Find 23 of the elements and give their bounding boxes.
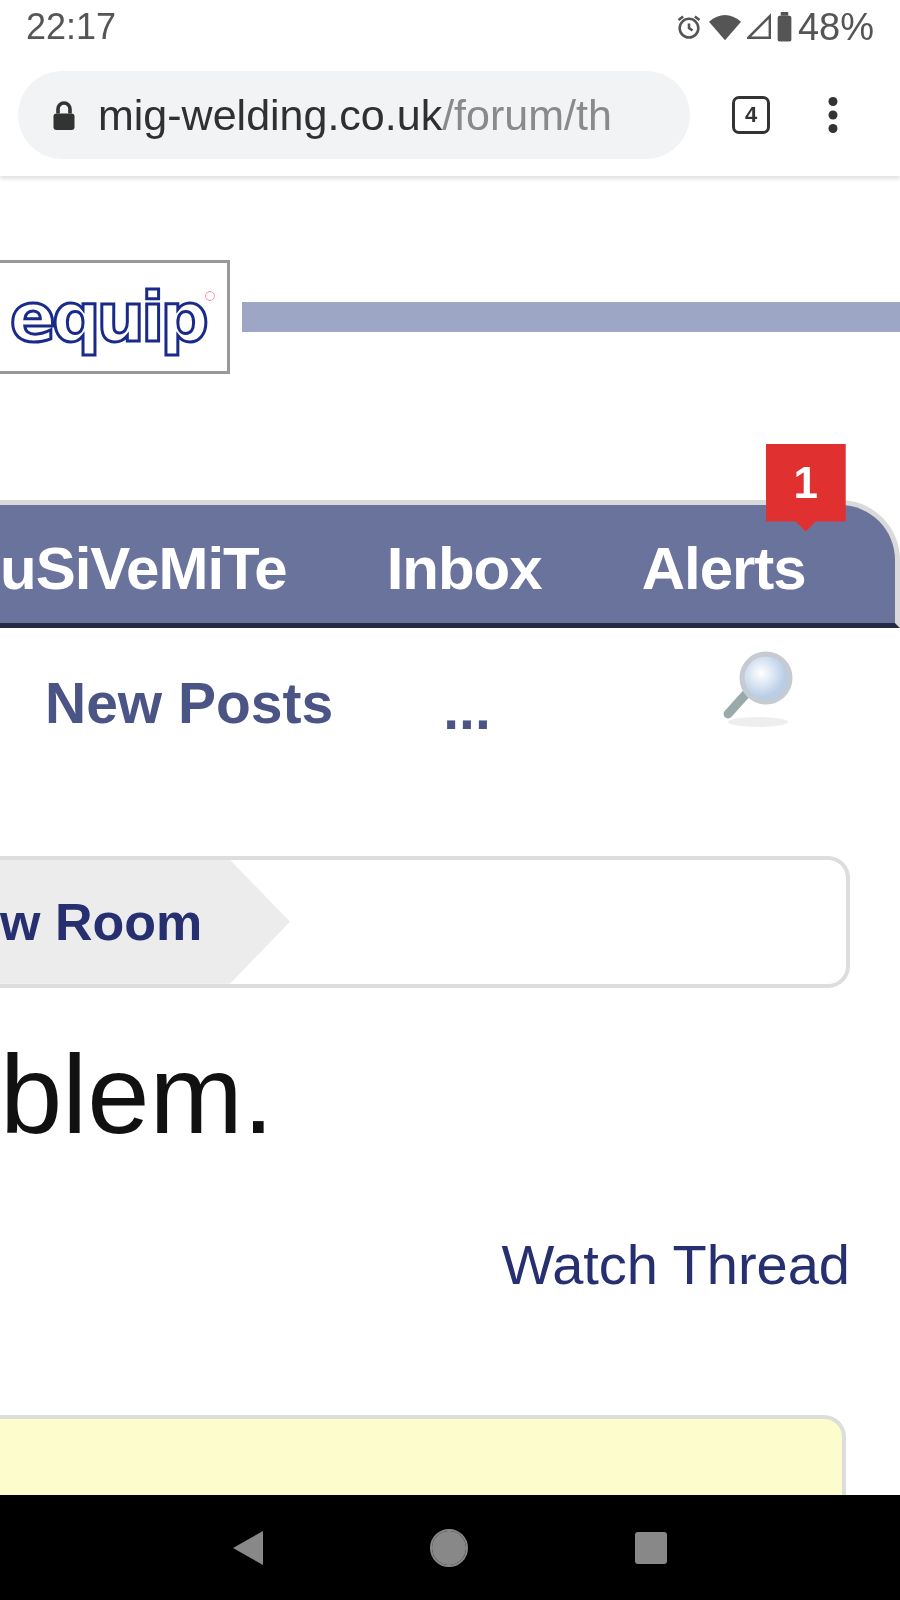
battery-icon [776, 12, 792, 42]
back-icon[interactable] [233, 1530, 263, 1565]
battery-percentage: 48% [797, 5, 874, 49]
url-text: mig-welding.co.uk/forum/th [98, 90, 612, 140]
menu-icon[interactable] [828, 97, 838, 133]
alert-count-badge: 1 [765, 443, 846, 532]
recents-icon[interactable] [635, 1531, 667, 1564]
site-logo[interactable]: equip [0, 260, 230, 374]
lock-icon [52, 100, 76, 130]
more-menu-link[interactable]: ... [443, 675, 491, 742]
watch-thread-link[interactable]: Watch Thread [501, 1232, 850, 1298]
nav-tab[interactable]: Alerts [641, 534, 806, 602]
home-icon[interactable] [429, 1527, 469, 1568]
wifi-icon [708, 13, 741, 41]
nav-tab[interactable]: uSiVeMiTe [0, 533, 287, 603]
tab-count-button[interactable]: 4 [732, 96, 770, 134]
status-time: 22:17 [26, 6, 117, 48]
nav-tab[interactable]: Inbox [386, 533, 542, 603]
breadcrumb-link[interactable]: w Room [0, 859, 290, 984]
subnav-link[interactable]: New Posts [45, 669, 334, 736]
signal-icon [746, 13, 771, 41]
address-bar[interactable]: mig-welding.co.uk/forum/th [18, 71, 690, 159]
thread-title: blem. [0, 1030, 275, 1159]
